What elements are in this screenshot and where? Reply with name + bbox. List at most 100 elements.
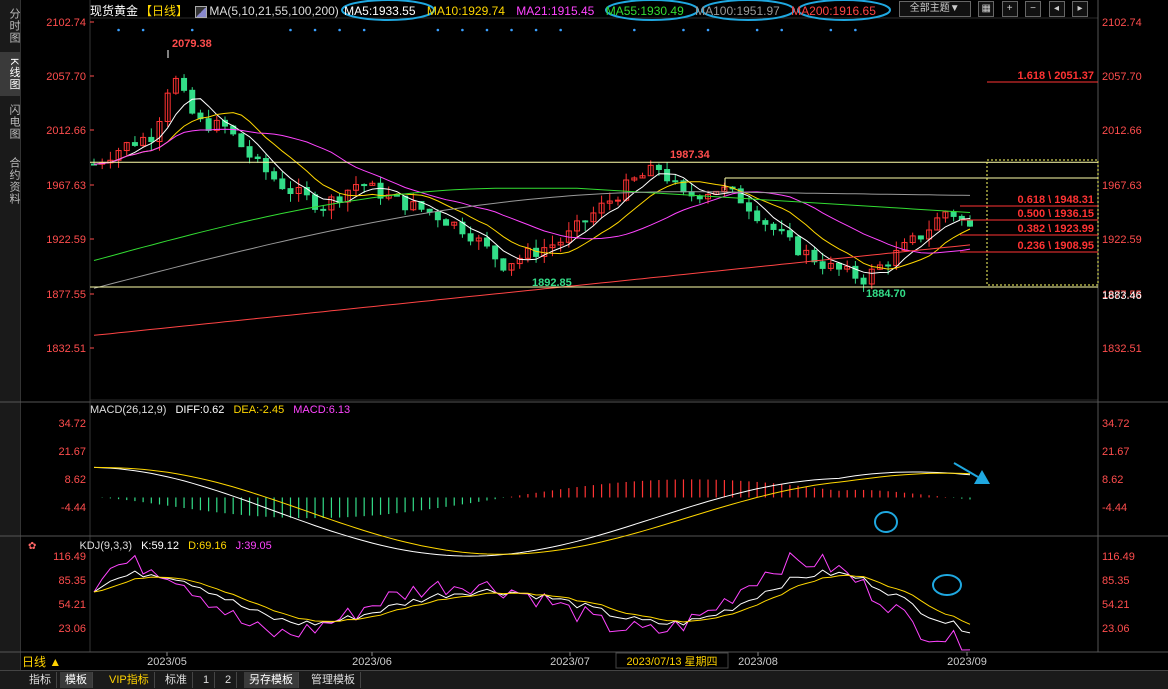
kdj-tick-right: 116.49 (1102, 551, 1135, 563)
candle-body (320, 208, 327, 211)
kdj-tick-right: 23.06 (1102, 623, 1130, 635)
tab-indicators[interactable]: 指标 (24, 672, 57, 688)
signal-dot (338, 28, 341, 32)
candle-body (885, 264, 892, 267)
candle-body (533, 247, 540, 257)
candle-body (664, 169, 671, 182)
kdj-k: K:59.12 (141, 540, 180, 552)
candle-body (181, 77, 188, 91)
signal-dot (436, 28, 440, 32)
macd-tick-left: 21.67 (58, 446, 86, 458)
candle-body (402, 195, 409, 211)
cursor-date-label: 2023/07/13 星期四 (626, 655, 717, 668)
fib-label: 0.618 \ 1948.31 (1018, 194, 1094, 206)
tab-template-1[interactable]: 1 (198, 672, 216, 688)
kdj-label[interactable]: KDJ(9,3,3) (79, 540, 132, 552)
price-panel (89, 17, 1099, 401)
kdj-tick-left: 23.06 (58, 623, 86, 635)
tab-templates[interactable]: 模板 (60, 672, 93, 688)
candle-body (754, 210, 761, 222)
ma10-line (93, 112, 971, 270)
candle-body (819, 261, 826, 269)
time-label: 2023/08 (738, 656, 778, 668)
current-price-label: 1883.46 (1102, 290, 1142, 302)
mid-high-label: 1987.34 (670, 149, 711, 161)
candle-body (254, 156, 261, 160)
signal-dot (313, 28, 317, 32)
candle-body (361, 184, 368, 187)
bottom-toolbar: 指标 模板 VIP指标 标准 1 2 另存模板 管理模板 (0, 670, 1168, 689)
kdj-tick-left: 54.21 (58, 599, 86, 611)
chart-toolbar: 全部主题▼ ▦ + − ◂ ▸ (896, 1, 1088, 19)
kline-chart[interactable]: 2102.74 2102.74 2057.70 2057.70 2012.66 2012.… (0, 0, 1168, 670)
signal-dot (510, 28, 513, 32)
candle-body (770, 223, 777, 230)
price-tick-left: 2102.74 (46, 17, 86, 29)
macd-tick-right: 21.67 (1102, 446, 1130, 458)
kdj-legend: ✿ KDJ(9,3,3) K:59.12 D:69.16 J:39.05 (28, 540, 278, 552)
signal-dot (141, 28, 145, 32)
save-template-button[interactable]: 另存模板 (244, 672, 299, 688)
signal-dot (485, 28, 489, 32)
grid-icon[interactable]: ▦ (978, 1, 995, 17)
signal-dot (559, 28, 562, 32)
theme-select[interactable]: 全部主题▼ (898, 1, 971, 17)
signal-dot (755, 28, 759, 32)
macd-tick-left: 8.62 (65, 474, 86, 486)
candle-body (786, 230, 793, 238)
candle-body (655, 164, 662, 171)
highlight-circle-kdj (932, 574, 962, 596)
settings-icon[interactable]: ✿ (28, 541, 36, 552)
chart-header: 现货黄金 【日线】 MA(5,10,21,55,100,200) MA5:1933… (90, 2, 878, 18)
candle-body (189, 89, 196, 114)
ma5-value: MA5:1933.55 (344, 4, 416, 18)
candle-body (778, 228, 785, 232)
signal-dot (829, 28, 833, 32)
ma-params[interactable]: MA(5,10,21,55,100,200) (209, 4, 338, 18)
signal-dot (682, 28, 685, 32)
tab-standard[interactable]: 标准 (160, 672, 193, 688)
price-tick-right: 1922.59 (1102, 234, 1142, 246)
candle-body (148, 136, 155, 143)
price-tick-left: 1832.51 (46, 343, 86, 355)
signal-dot (362, 28, 366, 32)
candle-body (860, 277, 867, 285)
candle-body (262, 158, 269, 173)
candle-body (336, 196, 343, 203)
time-label: 2023/07 (550, 656, 590, 668)
signal-dot (289, 28, 292, 32)
candle-body (795, 236, 802, 256)
candle-body (745, 202, 752, 212)
chevron-left-icon[interactable]: ◂ (1048, 1, 1065, 17)
price-tick-left: 1967.63 (46, 180, 86, 192)
signal-dot (117, 28, 120, 32)
zoom-out-icon[interactable]: − (1025, 1, 1042, 17)
tab-vip-indicators[interactable]: VIP指标 (104, 672, 155, 688)
candle-body (271, 171, 278, 180)
chevron-right-icon[interactable]: ▸ (1072, 1, 1088, 17)
ma55-value: MA55:1930.49 (605, 4, 684, 18)
low1-label: 1892.85 (532, 277, 572, 289)
kdj-j-line (93, 551, 971, 651)
kdj-k-line (93, 569, 971, 634)
time-label: 2023/05 (147, 656, 187, 668)
candle-body (500, 258, 507, 271)
tab-template-2[interactable]: 2 (220, 672, 238, 688)
time-label: 2023/06 (352, 656, 392, 668)
manage-templates-button[interactable]: 管理模板 (306, 672, 361, 688)
macd-label[interactable]: MACD(26,12,9) (90, 404, 166, 416)
candle-body (238, 133, 245, 148)
candle-body (205, 118, 212, 131)
kdj-tick-left: 85.35 (58, 575, 86, 587)
macd-diff: DIFF:0.62 (175, 404, 225, 416)
candle-body (467, 233, 474, 242)
zoom-in-icon[interactable]: + (1001, 1, 1018, 17)
period-selector[interactable]: 日线 ▲ (22, 654, 80, 670)
fib-label: 0.500 \ 1936.15 (1018, 208, 1094, 220)
macd-tick-right: -4.44 (1102, 502, 1127, 514)
ma-settings-icon[interactable] (195, 5, 208, 18)
low2-label: 1884.70 (866, 288, 906, 300)
candle-body (279, 178, 286, 190)
candle-body (967, 219, 973, 227)
candle-body (917, 235, 924, 240)
